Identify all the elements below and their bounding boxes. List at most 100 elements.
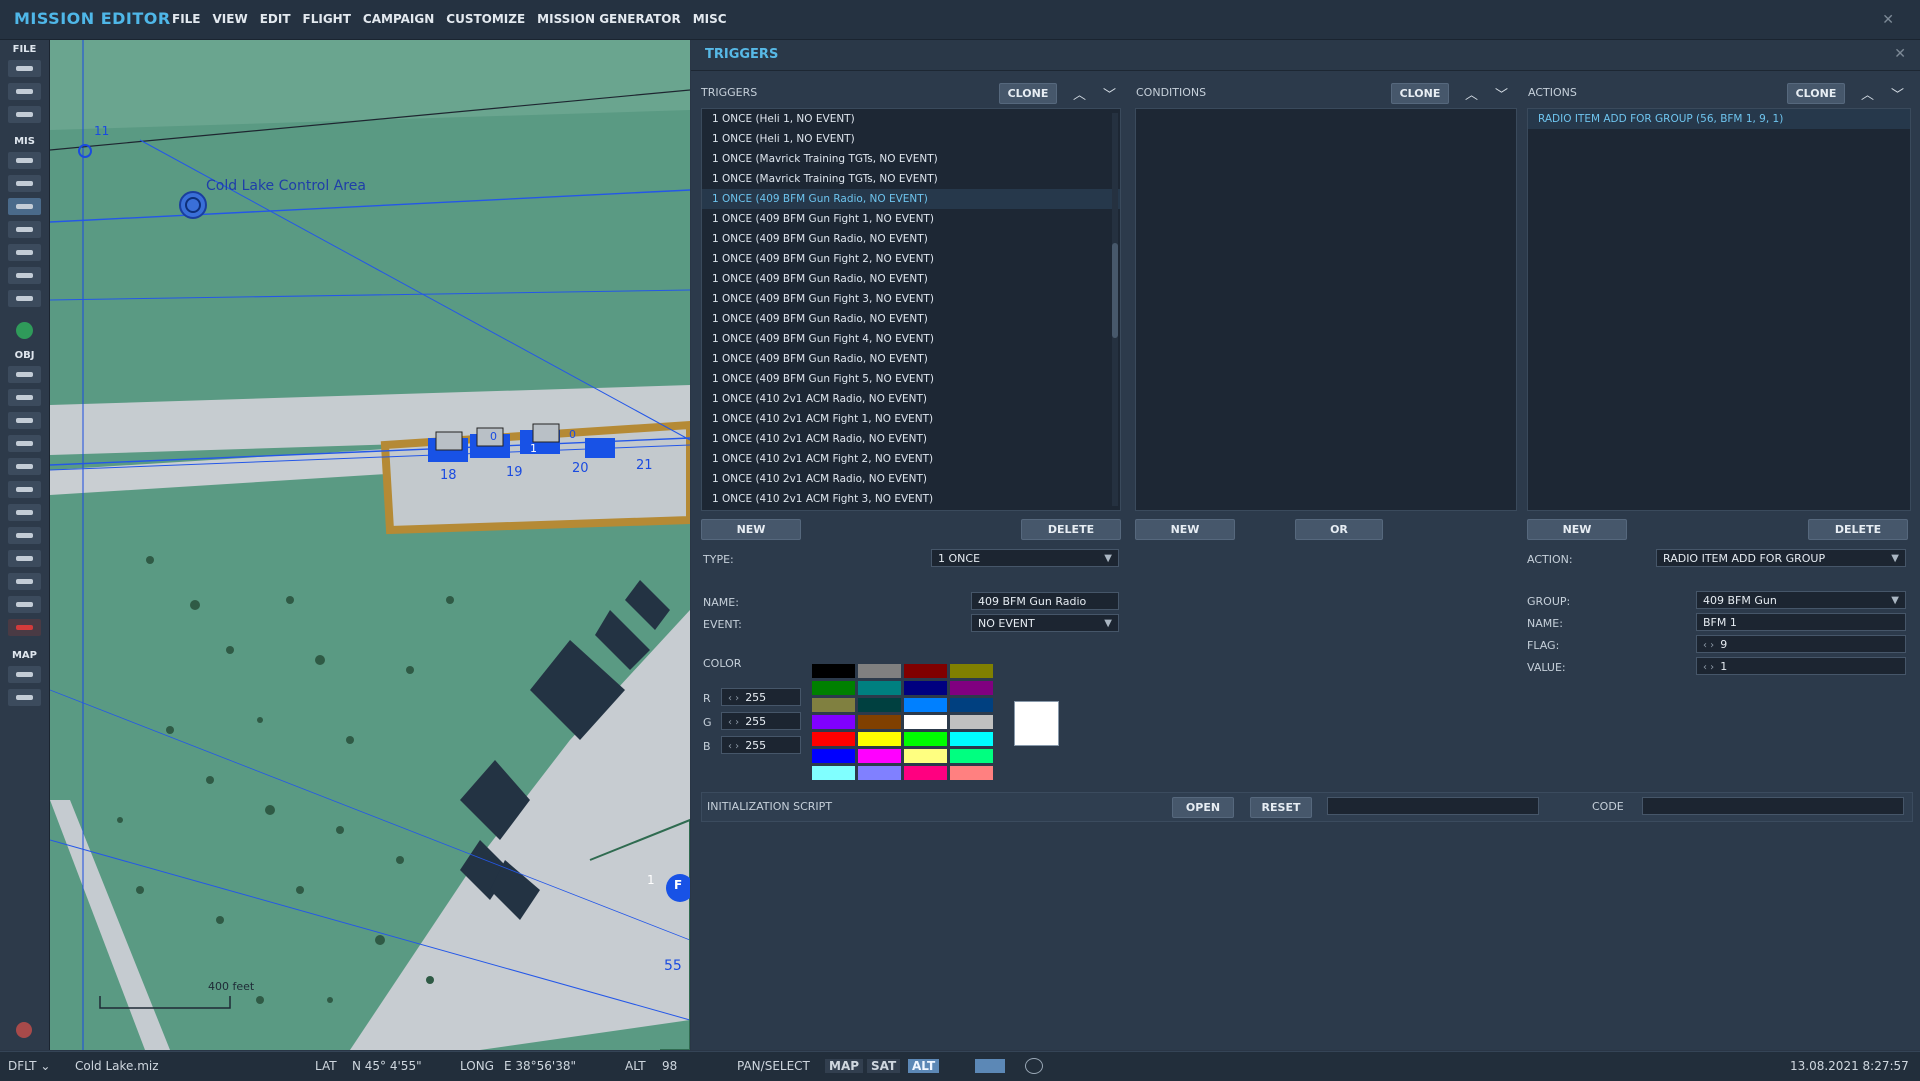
list-item[interactable]: 1 ONCE (409 BFM Gun Fight 2, NO EVENT) (702, 249, 1120, 269)
helicopter-icon[interactable] (8, 389, 41, 406)
color-swatch[interactable] (857, 714, 902, 730)
g-stepper[interactable]: ‹ › 255 (721, 712, 801, 730)
list-item[interactable]: 1 ONCE (409 BFM Gun Fight 4, NO EVENT) (702, 329, 1120, 349)
move-down-icon[interactable]: ﹀ (1891, 84, 1904, 103)
group-select[interactable]: 409 BFM Gun ▼ (1696, 591, 1906, 609)
scrollbar-thumb[interactable] (1112, 243, 1118, 338)
color-swatch[interactable] (857, 748, 902, 764)
list-item[interactable]: 1 ONCE (409 BFM Gun Fight 5, NO EVENT) (702, 369, 1120, 389)
list-item[interactable]: 1 ONCE (410 2v1 ACM Radio, NO EVENT) (702, 389, 1120, 409)
list-item[interactable]: 1 ONCE (410 2v1 ACM Radio, NO EVENT) (702, 429, 1120, 449)
stepper-arrows-icon[interactable]: ‹ › (728, 693, 739, 704)
check-icon[interactable] (8, 267, 41, 284)
color-swatch[interactable] (903, 663, 948, 679)
camera-icon[interactable] (975, 1059, 1005, 1073)
color-swatch[interactable] (857, 697, 902, 713)
list-item[interactable]: 1 ONCE (Heli 1, NO EVENT) (702, 109, 1120, 129)
plane-icon[interactable] (8, 366, 41, 383)
open-script-button[interactable]: OPEN (1172, 797, 1234, 818)
green-arrow-icon[interactable] (16, 322, 33, 339)
links-icon[interactable] (8, 573, 41, 590)
color-swatch[interactable] (811, 680, 856, 696)
move-up-icon[interactable]: ︿ (1073, 84, 1086, 103)
move-up-icon[interactable]: ︿ (1465, 84, 1478, 103)
list-item[interactable]: 1 ONCE (409 BFM Gun Radio, NO EVENT) (702, 349, 1120, 369)
stepper-arrows-icon[interactable]: ‹ › (1703, 640, 1714, 651)
color-swatch[interactable] (857, 680, 902, 696)
action-select[interactable]: RADIO ITEM ADD FOR GROUP ▼ (1656, 549, 1906, 567)
or-button[interactable]: OR (1295, 519, 1383, 540)
list-item[interactable]: 1 ONCE (410 2v1 ACM Fight 3, NO EVENT) (702, 489, 1120, 509)
color-swatch[interactable] (903, 714, 948, 730)
color-swatch[interactable] (811, 714, 856, 730)
list-item[interactable]: 1 ONCE (Mavrick Training TGTs, NO EVENT) (702, 149, 1120, 169)
open-folder-icon[interactable] (8, 83, 41, 100)
triggers-list[interactable]: 1 ONCE (Heli 1, NO EVENT) 1 ONCE (Heli 1,… (701, 108, 1121, 511)
color-swatch[interactable] (811, 765, 856, 781)
profile-select[interactable]: DFLT ⌄ (8, 1059, 50, 1073)
color-swatch[interactable] (949, 731, 994, 747)
color-swatch[interactable] (857, 765, 902, 781)
color-swatch[interactable] (949, 714, 994, 730)
conditions-list[interactable] (1135, 108, 1517, 511)
map-view-button[interactable]: MAP (825, 1059, 864, 1073)
color-swatch[interactable] (903, 731, 948, 747)
map-view[interactable]: 11 Cold Lake Control Area 18 19 20 21 0 … (50, 40, 690, 1050)
menu-mission-generator[interactable]: MISSION GENERATOR (537, 12, 681, 26)
alt-view-button[interactable]: ALT (908, 1059, 940, 1073)
move-up-icon[interactable]: ︿ (1861, 84, 1874, 103)
trigger-zone-icon[interactable] (8, 527, 41, 544)
color-swatch[interactable] (811, 748, 856, 764)
map-key-icon[interactable] (8, 666, 41, 683)
conditions-clone-button[interactable]: CLONE (1391, 83, 1449, 104)
reset-script-button[interactable]: RESET (1250, 797, 1312, 818)
new-action-button[interactable]: NEW (1527, 519, 1627, 540)
menu-view[interactable]: VIEW (213, 12, 248, 26)
menu-customize[interactable]: CUSTOMIZE (446, 12, 525, 26)
script-file-field[interactable] (1327, 797, 1539, 815)
list-item[interactable]: 1 ONCE (Mavrick Training TGTs, NO EVENT) (702, 169, 1120, 189)
value-stepper[interactable]: ‹ › 1 (1696, 657, 1906, 675)
color-swatch[interactable] (811, 697, 856, 713)
triggers-clone-button[interactable]: CLONE (999, 83, 1057, 104)
color-swatch[interactable] (811, 731, 856, 747)
color-swatch[interactable] (949, 765, 994, 781)
list-item[interactable]: 1 ONCE (409 BFM Gun Radio, NO EVENT) (702, 269, 1120, 289)
color-swatch[interactable] (857, 731, 902, 747)
code-field[interactable] (1642, 797, 1904, 815)
trigger-name-field[interactable]: 409 BFM Gun Radio (971, 592, 1119, 610)
list-item[interactable]: 1 ONCE (409 BFM Gun Radio, NO EVENT) (702, 229, 1120, 249)
triggers-icon[interactable] (8, 198, 41, 215)
static-object-icon[interactable] (8, 458, 41, 475)
new-mission-icon[interactable] (8, 60, 41, 77)
b-stepper[interactable]: ‹ › 255 (721, 736, 801, 754)
stop-icon[interactable] (16, 1022, 32, 1038)
ruler-icon[interactable] (8, 689, 41, 706)
type-select[interactable]: 1 ONCE ▼ (931, 549, 1119, 567)
shapes-icon[interactable] (8, 596, 41, 613)
runway-marker-label[interactable]: F (674, 878, 682, 892)
new-trigger-button[interactable]: NEW (701, 519, 801, 540)
color-swatch[interactable] (949, 663, 994, 679)
list-item[interactable]: 1 ONCE (Heli 1, NO EVENT) (702, 129, 1120, 149)
sequence-icon[interactable] (8, 290, 41, 307)
list-item[interactable]: 1 ONCE (410 2v1 ACM Radio, NO EVENT) (702, 469, 1120, 489)
color-swatch[interactable] (903, 680, 948, 696)
list-item[interactable]: 1 ONCE (409 BFM Gun Radio, NO EVENT) (702, 309, 1120, 329)
delete-action-button[interactable]: DELETE (1808, 519, 1908, 540)
new-condition-button[interactable]: NEW (1135, 519, 1235, 540)
stepper-arrows-icon[interactable]: ‹ › (728, 741, 739, 752)
color-swatch[interactable] (949, 680, 994, 696)
delete-red-x-icon[interactable] (8, 619, 41, 636)
move-down-icon[interactable]: ﹀ (1495, 84, 1508, 103)
actions-list[interactable]: RADIO ITEM ADD FOR GROUP (56, BFM 1, 9, … (1527, 108, 1911, 511)
list-item[interactable]: 1 ONCE (409 BFM Gun Fight 1, NO EVENT) (702, 209, 1120, 229)
color-swatch[interactable] (903, 697, 948, 713)
list-item[interactable]: RADIO ITEM ADD FOR GROUP (56, BFM 1, 9, … (1528, 109, 1910, 129)
template-icon[interactable] (8, 481, 41, 498)
color-swatch[interactable] (857, 663, 902, 679)
flag-icon[interactable] (8, 244, 41, 261)
weather-icon[interactable] (8, 175, 41, 192)
list-item[interactable]: 1 ONCE (409 BFM Gun Fight 3, NO EVENT) (702, 289, 1120, 309)
triggers-scrollbar[interactable] (1112, 113, 1118, 506)
